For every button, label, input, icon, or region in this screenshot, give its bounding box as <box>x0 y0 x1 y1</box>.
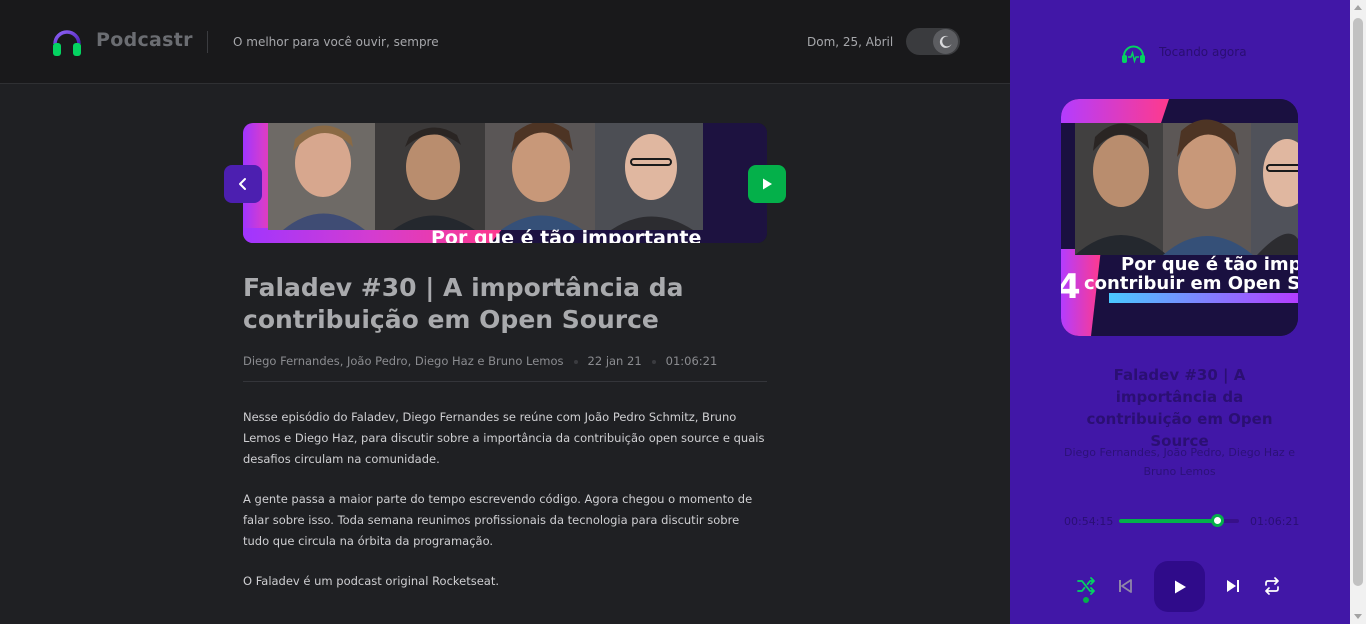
separator-dot <box>651 359 656 364</box>
tagline: O melhor para você ouvir, sempre <box>233 35 439 49</box>
player-play-button[interactable] <box>1154 561 1205 612</box>
player-episode-members: Diego Fernandes, João Pedro, Diego Haz e… <box>1064 446 1295 478</box>
brand-name: Podcastr <box>96 29 193 51</box>
player-episode-title: Faladev #30 | A importância da contribui… <box>1086 366 1273 450</box>
current-date: Dom, 25, Abril <box>807 35 894 49</box>
episode-description: Nesse episódio do Faladev, Diego Fernand… <box>243 407 767 611</box>
thumbnail-caption: Por que é tão importante <box>431 227 702 243</box>
shuffle-icon <box>1077 577 1095 595</box>
episode-title: Faladev #30 | A importância da contribui… <box>243 273 684 334</box>
description-paragraph: A gente passa a maior parte do tempo esc… <box>243 492 753 548</box>
episode-duration: 01:06:21 <box>665 354 718 368</box>
progress-fill <box>1119 519 1218 523</box>
shuffle-button[interactable] <box>1074 574 1098 598</box>
player-cover-image <box>1061 99 1298 336</box>
skip-next-icon <box>1227 580 1239 592</box>
current-time: 00:54:15 <box>1064 515 1114 528</box>
previous-track-button[interactable] <box>1114 575 1136 597</box>
play-episode-button[interactable] <box>748 165 786 203</box>
cover-caption-line1: Por que é tão imp <box>1121 254 1298 275</box>
toggle-knob <box>933 29 958 54</box>
episode-meta: Diego Fernandes, João Pedro, Diego Haz e… <box>243 354 767 368</box>
separator-dot <box>573 359 578 364</box>
skip-previous-icon <box>1119 579 1132 593</box>
player-cover: Por que é tão imp contribuir em Open S 4 <box>1061 99 1298 336</box>
play-icon <box>1174 580 1186 593</box>
page-scrollbar[interactable] <box>1350 0 1366 624</box>
episode-thumbnail-image <box>243 123 767 243</box>
progress-slider[interactable] <box>1119 514 1239 527</box>
now-playing-label: Tocando agora <box>1159 45 1247 59</box>
shuffle-active-indicator <box>1083 597 1089 603</box>
now-playing-headphones-icon <box>1122 45 1145 64</box>
main-area: Podcastr O melhor para você ouvir, sempr… <box>0 0 1010 624</box>
description-paragraph: Nesse episódio do Faladev, Diego Fernand… <box>243 410 765 466</box>
app-header: Podcastr O melhor para você ouvir, sempr… <box>0 0 1010 84</box>
meta-divider <box>243 381 767 382</box>
back-button[interactable] <box>224 165 262 203</box>
chevron-left-icon <box>239 178 246 190</box>
scrollbar-thumb[interactable] <box>1353 18 1363 586</box>
scroll-up-arrow-icon[interactable] <box>1354 5 1362 10</box>
theme-toggle[interactable] <box>906 28 960 55</box>
scroll-down-arrow-icon[interactable] <box>1354 614 1362 619</box>
header-divider <box>207 31 208 53</box>
next-track-button[interactable] <box>1222 575 1244 597</box>
episode-members: Diego Fernandes, João Pedro, Diego Haz e… <box>243 354 564 368</box>
cover-episode-number: 4 <box>1061 267 1081 307</box>
moon-icon <box>939 35 951 48</box>
cover-caption-line2: contribuir em Open S <box>1084 273 1298 294</box>
play-icon <box>763 178 772 190</box>
headphones-logo-icon <box>53 30 81 56</box>
episode-date: 22 jan 21 <box>587 354 642 368</box>
repeat-button[interactable] <box>1261 575 1283 597</box>
repeat-icon <box>1265 577 1279 595</box>
episode-thumbnail: Por que é tão importante <box>243 123 767 243</box>
description-paragraph: O Faladev é um podcast original Rocketse… <box>243 574 500 588</box>
total-time: 01:06:21 <box>1250 515 1300 528</box>
